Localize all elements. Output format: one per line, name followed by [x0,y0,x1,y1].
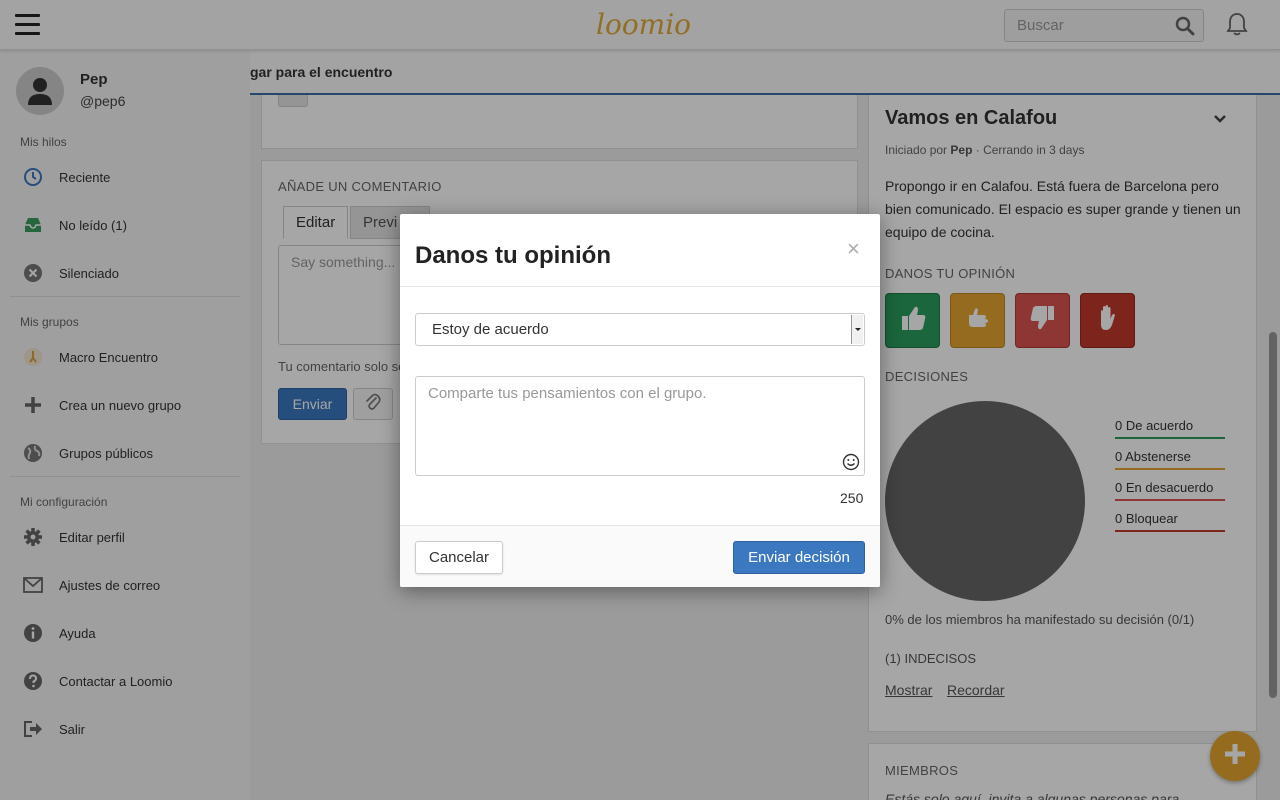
modal-footer: Cancelar Enviar decisión [400,525,880,587]
cancel-button[interactable]: Cancelar [415,541,503,574]
submit-decision-button[interactable]: Enviar decisión [733,541,865,574]
position-select-value: Estoy de acuerdo [432,321,549,338]
close-icon[interactable]: × [847,236,860,262]
vote-modal: Danos tu opinión × Estoy de acuerdo Comp… [400,214,880,587]
position-select[interactable]: Estoy de acuerdo [415,313,865,346]
modal-divider [400,286,880,287]
chevron-down-icon[interactable] [851,315,863,344]
char-count: 250 [840,490,864,506]
modal-title: Danos tu opinión [415,242,611,269]
statement-placeholder: Comparte tus pensamientos con el grupo. [428,385,707,402]
emoji-icon[interactable] [842,453,860,475]
statement-textarea[interactable]: Comparte tus pensamientos con el grupo. [415,376,865,476]
